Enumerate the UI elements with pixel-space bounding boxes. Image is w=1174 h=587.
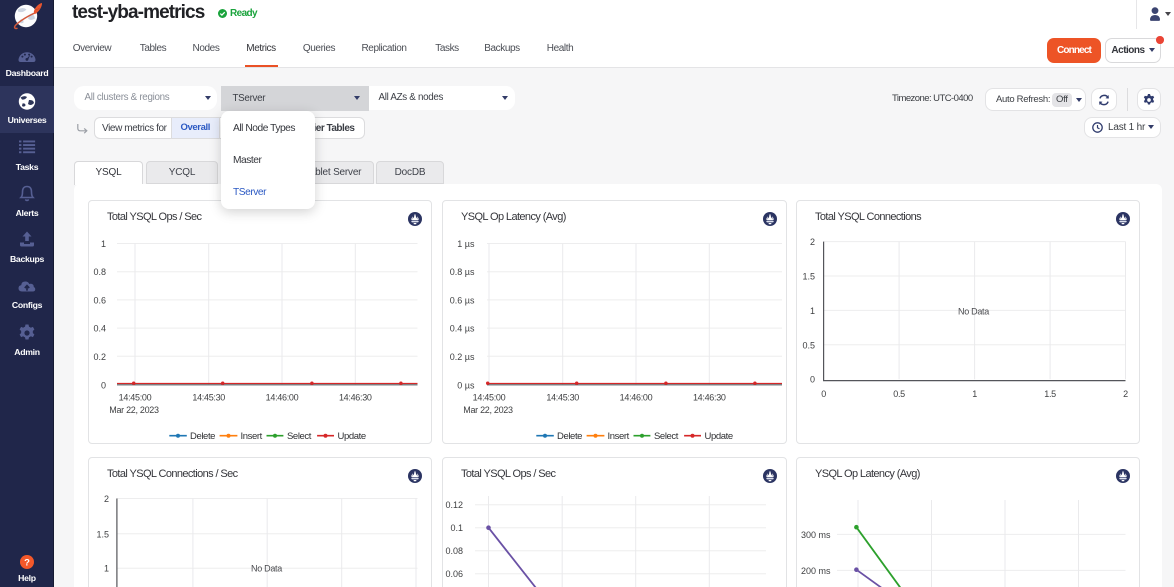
svg-text:0.5: 0.5 [802, 340, 815, 350]
svg-text:Update: Update [705, 431, 733, 442]
svg-text:1.5: 1.5 [96, 529, 109, 539]
svg-text:Select: Select [287, 431, 312, 442]
svg-text:Delete: Delete [190, 431, 215, 442]
svg-text:1: 1 [810, 306, 815, 316]
svg-text:14:45:30: 14:45:30 [192, 393, 225, 403]
svg-text:14:45:00: 14:45:00 [473, 393, 506, 403]
svg-text:Mar 22, 2023: Mar 22, 2023 [463, 405, 513, 415]
svg-text:Mar 22, 2023: Mar 22, 2023 [109, 405, 159, 415]
svg-text:300 ms: 300 ms [801, 530, 831, 540]
svg-text:Insert: Insert [241, 431, 263, 442]
svg-text:2: 2 [104, 494, 109, 504]
svg-text:2: 2 [1123, 389, 1128, 399]
svg-text:14:46:00: 14:46:00 [266, 393, 299, 403]
svg-text:0.8: 0.8 [93, 267, 106, 277]
svg-text:Select: Select [654, 431, 679, 442]
svg-text:0.1: 0.1 [450, 523, 463, 533]
svg-text:1: 1 [104, 564, 109, 574]
svg-text:14:45:30: 14:45:30 [546, 393, 579, 403]
svg-text:1 µs: 1 µs [457, 239, 475, 249]
svg-text:0.6 µs: 0.6 µs [450, 295, 475, 305]
svg-text:1: 1 [101, 239, 106, 249]
svg-text:?: ? [24, 558, 30, 569]
svg-text:14:46:30: 14:46:30 [693, 393, 726, 403]
svg-text:1: 1 [972, 389, 977, 399]
svg-text:0.4 µs: 0.4 µs [450, 324, 475, 334]
svg-text:200 ms: 200 ms [801, 566, 831, 576]
svg-text:0.4: 0.4 [93, 324, 106, 334]
svg-text:0.12: 0.12 [445, 500, 463, 510]
svg-text:0.8 µs: 0.8 µs [450, 267, 475, 277]
svg-text:0.06: 0.06 [445, 569, 463, 579]
svg-text:Update: Update [338, 431, 366, 442]
svg-text:Delete: Delete [557, 431, 582, 442]
svg-text:Insert: Insert [608, 431, 630, 442]
svg-text:0.5: 0.5 [893, 389, 905, 399]
svg-text:0.2 µs: 0.2 µs [450, 352, 475, 362]
svg-text:14:46:00: 14:46:00 [620, 393, 653, 403]
svg-text:0 µs: 0 µs [457, 380, 475, 390]
svg-text:14:45:00: 14:45:00 [119, 393, 152, 403]
svg-text:0.2: 0.2 [93, 352, 106, 362]
svg-text:No Data: No Data [958, 307, 989, 317]
svg-text:0.08: 0.08 [445, 546, 463, 556]
svg-text:1.5: 1.5 [1044, 389, 1056, 399]
svg-text:0: 0 [101, 380, 106, 390]
svg-text:1.5: 1.5 [802, 272, 815, 282]
svg-text:0: 0 [821, 389, 826, 399]
svg-text:0.6: 0.6 [93, 295, 106, 305]
svg-text:0: 0 [810, 375, 815, 385]
svg-text:2: 2 [810, 237, 815, 247]
svg-text:No Data: No Data [251, 564, 282, 574]
svg-text:14:46:30: 14:46:30 [339, 393, 372, 403]
